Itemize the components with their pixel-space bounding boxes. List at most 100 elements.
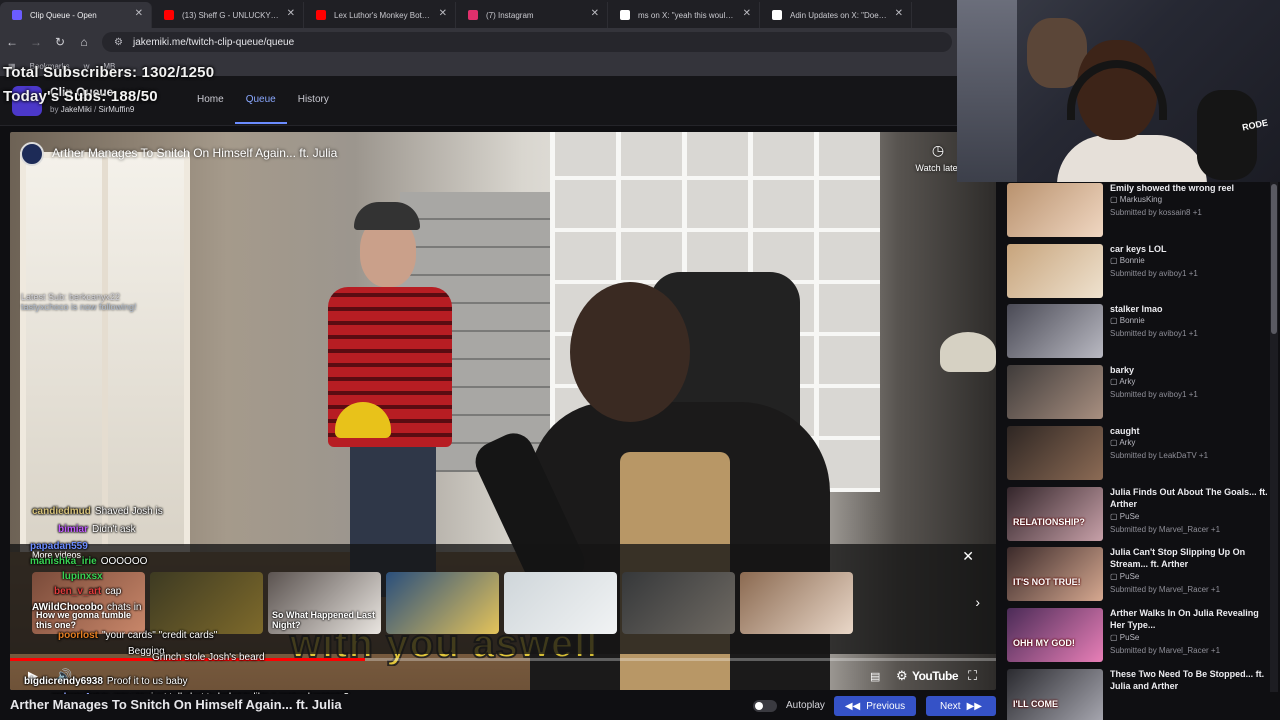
suggested-video-thumbnail[interactable]	[386, 572, 499, 634]
channel-icon: ▢	[1110, 316, 1120, 326]
chat-username[interactable]: bigdicrendy6938	[24, 676, 103, 687]
queue-scrollbar[interactable]	[1270, 182, 1278, 692]
queue-item-thumbnail[interactable]	[1007, 425, 1103, 480]
suggested-video-thumbnail[interactable]	[150, 572, 263, 634]
back-icon[interactable]: ←	[0, 35, 24, 49]
browser-tab[interactable]: (7) Instagram ✕	[456, 2, 608, 28]
thumbnail-text: RELATIONSHIP?	[1013, 516, 1085, 527]
thumbnail-text: OHH MY GOD!	[1013, 637, 1075, 648]
chat-username[interactable]: candiedmud	[32, 506, 91, 517]
settings-icon[interactable]: ⚙	[896, 668, 908, 684]
channel-avatar[interactable]	[20, 142, 44, 166]
chat-username[interactable]: ben_v_art	[54, 586, 101, 597]
creator-name: MarkusKing	[1119, 195, 1163, 204]
scene-person-standing	[310, 202, 460, 602]
author-link[interactable]: SirMuffin9	[98, 105, 134, 114]
home-icon[interactable]: ⌂	[72, 35, 96, 49]
browser-tab[interactable]: ms on X: "yeah this would be ✕	[608, 2, 760, 28]
browser-tab-bar: Clip Queue - Open ✕ (13) Sheff G - UNLUCKY…	[0, 0, 960, 28]
forward-icon[interactable]: →	[24, 35, 48, 49]
queue-item[interactable]: barky ▢ Arky Submitted by aviboy1 +1	[1007, 364, 1275, 420]
browser-tab[interactable]: Clip Queue - Open ✕	[0, 2, 152, 28]
queue-item[interactable]: I'LL COME These Two Need To Be Stopped...…	[1007, 668, 1275, 720]
fullscreen-icon[interactable]: ⛶	[968, 668, 977, 684]
queue-item-thumbnail[interactable]: IT'S NOT TRUE!	[1007, 547, 1103, 602]
tab-close-icon[interactable]: ✕	[591, 8, 599, 19]
queue-item[interactable]: IT'S NOT TRUE! Julia Can't Stop Slipping …	[1007, 546, 1275, 602]
close-icon[interactable]: ✕	[962, 548, 974, 565]
captions-icon[interactable]: ▤	[870, 670, 880, 683]
queue-item-thumbnail[interactable]: I'LL COME	[1007, 668, 1103, 720]
tab-close-icon[interactable]: ✕	[287, 8, 295, 19]
suggested-video-thumbnail[interactable]	[740, 572, 853, 634]
thumbnail-text: I'LL COME	[1013, 698, 1058, 709]
tab-favicon-icon	[772, 10, 782, 20]
scrollbar-thumb[interactable]	[1271, 184, 1277, 334]
queue-item-thumbnail[interactable]: RELATIONSHIP?	[1007, 486, 1103, 541]
queue-item-thumbnail[interactable]: OHH MY GOD!	[1007, 607, 1103, 662]
tab-close-icon[interactable]: ✕	[743, 8, 751, 19]
webcam-streamer	[1057, 40, 1207, 182]
site-info-icon[interactable]: ⚙	[114, 37, 123, 48]
queue-item-thumbnail[interactable]	[1007, 243, 1103, 298]
queue-item-thumbnail[interactable]	[1007, 365, 1103, 420]
video-title[interactable]: Arther Manages To Snitch On Himself Agai…	[52, 146, 337, 160]
chat-message: bigdicrendy6938 Proof it to us baby	[24, 676, 188, 687]
chat-text: Grinch stole Josh's beard	[152, 652, 265, 663]
tab-favicon-icon	[164, 10, 174, 20]
player-footer: Arther Manages To Snitch On Himself Agai…	[0, 694, 1005, 720]
browser-tab[interactable]: Adin Updates on X: "Doechi ✕	[760, 2, 912, 28]
queue-item-thumbnail[interactable]	[1007, 183, 1103, 237]
queue-item[interactable]: RELATIONSHIP? Julia Finds Out About The G…	[1007, 486, 1275, 542]
previous-button[interactable]: ◀◀ Previous	[834, 696, 916, 716]
suggested-video-thumbnail[interactable]: So What Happened Last Night?	[268, 572, 381, 634]
clip-queue-list: Emily showed the wrong reel ▢ MarkusKing S…	[1005, 182, 1280, 720]
video-player[interactable]: Arther Manages To Snitch On Himself Agai…	[10, 132, 996, 690]
chat-username[interactable]: lupinxsx	[62, 571, 103, 582]
chat-username[interactable]: bimiar	[58, 524, 88, 535]
chat-username[interactable]: AWildChocobo	[32, 602, 103, 613]
queue-item-submitter: Submitted by Marvel_Racer +1	[1110, 645, 1221, 655]
queue-item[interactable]: stalker lmao ▢ Bonnie Submitted by aviboy1…	[1007, 303, 1275, 359]
queue-item-submitter: Submitted by aviboy1 +1	[1110, 329, 1198, 339]
queue-item-thumbnail[interactable]	[1007, 304, 1103, 359]
chat-username[interactable]: manishka_irie	[30, 556, 97, 567]
browser-tab[interactable]: (13) Sheff G - UNLUCKY LUCK ✕	[152, 2, 304, 28]
chat-message: AWildChocobo chats in	[32, 602, 141, 613]
nav-queue[interactable]: Queue	[234, 94, 287, 124]
autoplay-label: Autoplay	[786, 700, 825, 711]
chat-username[interactable]: poorlost	[58, 630, 98, 641]
youtube-logo[interactable]: YouTube	[912, 669, 959, 683]
screen: Clip Queue - Open ✕ (13) Sheff G - UNLUCKY…	[0, 0, 1280, 720]
reload-icon[interactable]: ↻	[48, 35, 72, 49]
queue-item[interactable]: car keys LOL ▢ Bonnie Submitted by aviboy1…	[1007, 243, 1275, 299]
tab-label: (13) Sheff G - UNLUCKY LUCK	[182, 10, 279, 20]
autoplay-toggle[interactable]	[753, 700, 777, 712]
scene-lamp	[940, 332, 996, 372]
queue-item[interactable]: OHH MY GOD! Arther Walks In On Julia Reve…	[1007, 607, 1275, 663]
nav-home[interactable]: Home	[186, 94, 235, 124]
chevron-right-icon[interactable]: ›	[975, 594, 980, 610]
nav-history[interactable]: History	[287, 94, 340, 124]
next-icon: ▶▶	[966, 700, 982, 712]
tab-close-icon[interactable]: ✕	[439, 8, 447, 19]
creator-name: PuSe	[1119, 632, 1140, 642]
tab-favicon-icon	[620, 10, 630, 20]
queue-item[interactable]: Emily showed the wrong reel ▢ MarkusKing S…	[1007, 182, 1275, 238]
next-button[interactable]: Next ▶▶	[926, 696, 996, 716]
chat-text: OOOOOO	[100, 556, 148, 567]
total-subs-overlay: Total Subscribers: 1302/1250	[3, 64, 215, 81]
chat-username[interactable]: papadan559	[30, 541, 88, 552]
chat-text: Shaved Josh is	[94, 506, 163, 517]
suggested-video-thumbnail[interactable]	[622, 572, 735, 634]
suggested-video-thumbnail[interactable]	[504, 572, 617, 634]
author-link[interactable]: JakeMiki	[61, 105, 92, 114]
tab-close-icon[interactable]: ✕	[895, 8, 903, 19]
queue-item-creator: ▢ PuSe	[1110, 633, 1139, 642]
address-bar[interactable]: ⚙ jakemiki.me/twitch-clip-queue/queue	[102, 32, 952, 52]
tab-close-icon[interactable]: ✕	[135, 8, 143, 19]
queue-item-title: Julia Finds Out About The Goals... ft. A…	[1110, 486, 1268, 509]
browser-tab[interactable]: Lex Luthor's Monkey Bots | S ✕	[304, 2, 456, 28]
current-clip-title: Arther Manages To Snitch On Himself Agai…	[10, 697, 342, 712]
queue-item[interactable]: caught ▢ Arky Submitted by LeakDaTV +1	[1007, 425, 1275, 481]
